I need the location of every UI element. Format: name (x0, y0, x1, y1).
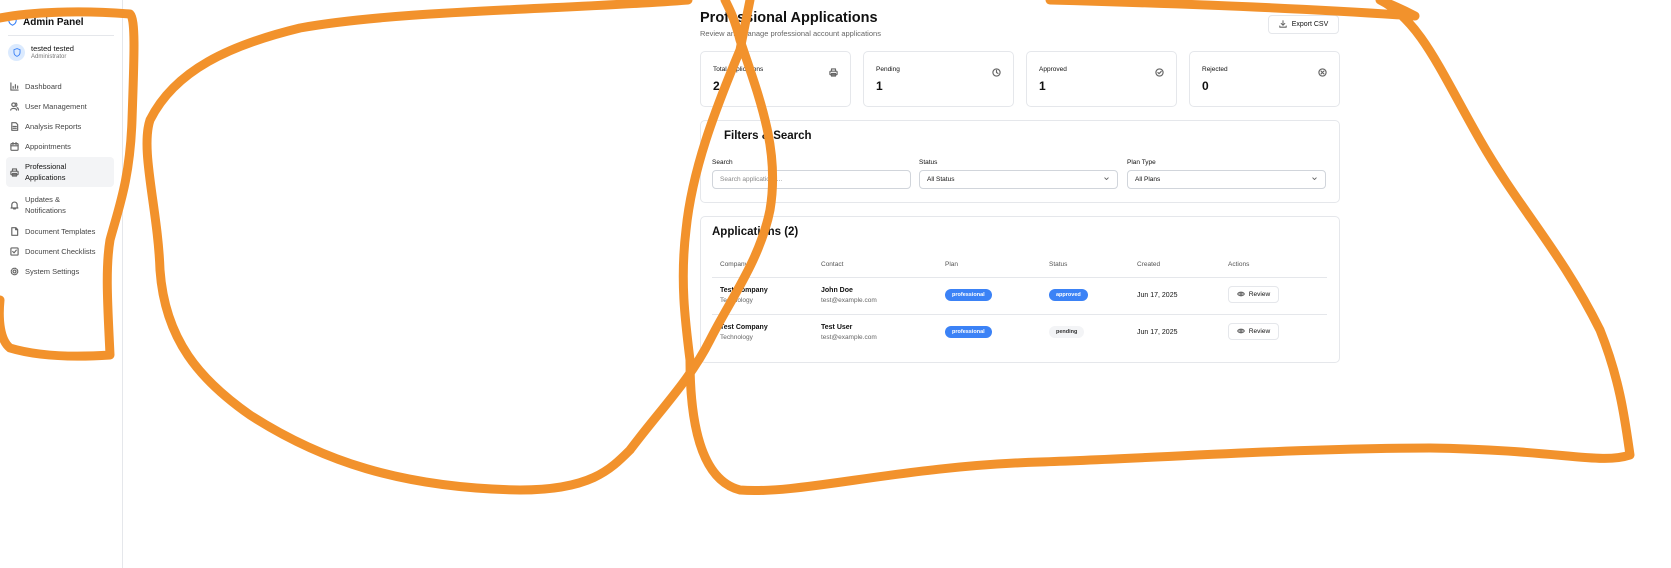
stat-label: Approved (1039, 66, 1067, 73)
gear-icon (9, 266, 19, 276)
contact-name: John Doe (821, 287, 853, 294)
sidebar-divider (8, 35, 114, 36)
sidebar-item-label: System Settings (25, 266, 80, 276)
sidebar-item-user-management[interactable]: User Management (6, 99, 114, 113)
created-date: Jun 17, 2025 (1137, 329, 1178, 336)
printer-icon (829, 64, 838, 77)
brand: Admin Panel (8, 13, 84, 31)
sidebar-item-system-settings[interactable]: System Settings (6, 264, 114, 278)
x-circle-icon (1318, 64, 1327, 77)
column-header-created: Created (1137, 261, 1161, 268)
eye-icon (1236, 290, 1245, 300)
sidebar-item-label: Document Checklists (25, 246, 96, 256)
stat-value: 1 (1039, 79, 1046, 93)
chevron-down-icon (1103, 175, 1110, 184)
review-button[interactable]: Review (1228, 286, 1279, 303)
stat-label: Rejected (1202, 66, 1228, 73)
user-name: tested tested (31, 44, 74, 53)
export-csv-button[interactable]: Export CSV (1268, 15, 1339, 34)
stat-value: 1 (876, 79, 883, 93)
file-icon (9, 226, 19, 236)
sidebar-item-label: Appointments (25, 141, 71, 151)
annotation-large-loop (142, 0, 778, 495)
search-placeholder: Search applications... (720, 176, 783, 183)
check-square-icon (9, 246, 19, 256)
status-select[interactable]: All Status (919, 170, 1118, 189)
chevron-down-icon (1311, 175, 1318, 184)
plan-type-select[interactable]: All Plans (1127, 170, 1326, 189)
review-button[interactable]: Review (1228, 323, 1279, 340)
calendar-icon (9, 141, 19, 151)
stat-card-pending: Pending 1 (863, 51, 1014, 107)
company-name: Test Company (720, 287, 768, 294)
search-input[interactable]: Search applications... (712, 170, 911, 189)
stat-value: 0 (1202, 79, 1209, 93)
stat-label: Pending (876, 66, 900, 73)
sidebar-item-label: Updates & Notifications (25, 195, 66, 215)
company-industry: Technology (720, 297, 753, 304)
column-header-actions: Actions (1228, 261, 1250, 268)
sidebar-item-document-checklists[interactable]: Document Checklists (6, 244, 114, 258)
sidebar-item-label: User Management (25, 101, 87, 111)
plan-type-label: Plan Type (1127, 159, 1156, 166)
applications-title: Applications (2) (712, 226, 799, 238)
company-industry: Technology (720, 334, 753, 341)
page-subtitle: Review and manage professional account a… (700, 29, 881, 38)
review-label: Review (1248, 328, 1271, 335)
created-date: Jun 17, 2025 (1137, 292, 1178, 299)
status-badge: approved (1049, 289, 1088, 301)
status-select-value: All Status (927, 176, 955, 183)
contact-email: test@example.com (821, 297, 877, 304)
search-label: Search (712, 159, 733, 166)
plan-badge: professional (945, 289, 992, 301)
export-csv-label: Export CSV (1291, 21, 1329, 28)
brand-title: Admin Panel (23, 16, 84, 28)
sidebar-item-label: Document Templates (25, 226, 96, 236)
stat-value: 2 (713, 79, 720, 93)
user-role: Administrator (31, 54, 67, 60)
row-divider (712, 314, 1327, 315)
sidebar: Admin Panel tested tested Administrator … (0, 0, 123, 568)
contact-name: Test User (821, 324, 853, 331)
sidebar-item-document-templates[interactable]: Document Templates (6, 224, 114, 238)
column-header-contact: Contact (821, 261, 844, 268)
user-profile: tested tested Administrator (8, 44, 74, 61)
sidebar-item-professional-applications[interactable]: Professional Applications (6, 157, 114, 187)
printer-icon (9, 167, 19, 177)
check-circle-icon (1155, 64, 1164, 77)
review-label: Review (1248, 291, 1271, 298)
column-header-plan: Plan (945, 261, 959, 268)
users-icon (9, 101, 19, 111)
status-label: Status (919, 159, 938, 166)
bell-icon (9, 200, 19, 210)
plan-badge: professional (945, 326, 992, 338)
column-header-company: Company (720, 261, 748, 268)
stat-card-total: Total Applications 2 (700, 51, 851, 107)
eye-icon (1236, 327, 1245, 337)
plan-type-select-value: All Plans (1135, 176, 1161, 183)
company-name: Test Company (720, 324, 768, 331)
status-badge: pending (1049, 326, 1085, 338)
stat-label: Total Applications (713, 66, 764, 73)
page-title: Professional Applications (700, 10, 878, 26)
sidebar-item-dashboard[interactable]: Dashboard (6, 79, 114, 93)
sidebar-item-analysis-reports[interactable]: Analysis Reports (6, 119, 114, 133)
stat-card-rejected: Rejected 0 (1189, 51, 1340, 107)
sidebar-item-label: Professional Applications (25, 162, 67, 182)
stat-card-approved: Approved 1 (1026, 51, 1177, 107)
contact-email: test@example.com (821, 334, 877, 341)
filters-title: Filters & Search (724, 130, 812, 142)
shield-icon (8, 13, 17, 31)
download-icon (1278, 19, 1287, 30)
table-header-divider (712, 277, 1327, 278)
sidebar-item-label: Dashboard (25, 81, 62, 91)
sidebar-item-updates-notifications[interactable]: Updates & Notifications (6, 193, 114, 217)
clock-icon (992, 64, 1001, 77)
file-text-icon (9, 121, 19, 131)
sidebar-item-appointments[interactable]: Appointments (6, 139, 114, 153)
sidebar-item-label: Analysis Reports (25, 121, 82, 131)
avatar (8, 44, 25, 61)
bar-chart-icon (9, 81, 19, 91)
column-header-status: Status (1049, 261, 1068, 268)
